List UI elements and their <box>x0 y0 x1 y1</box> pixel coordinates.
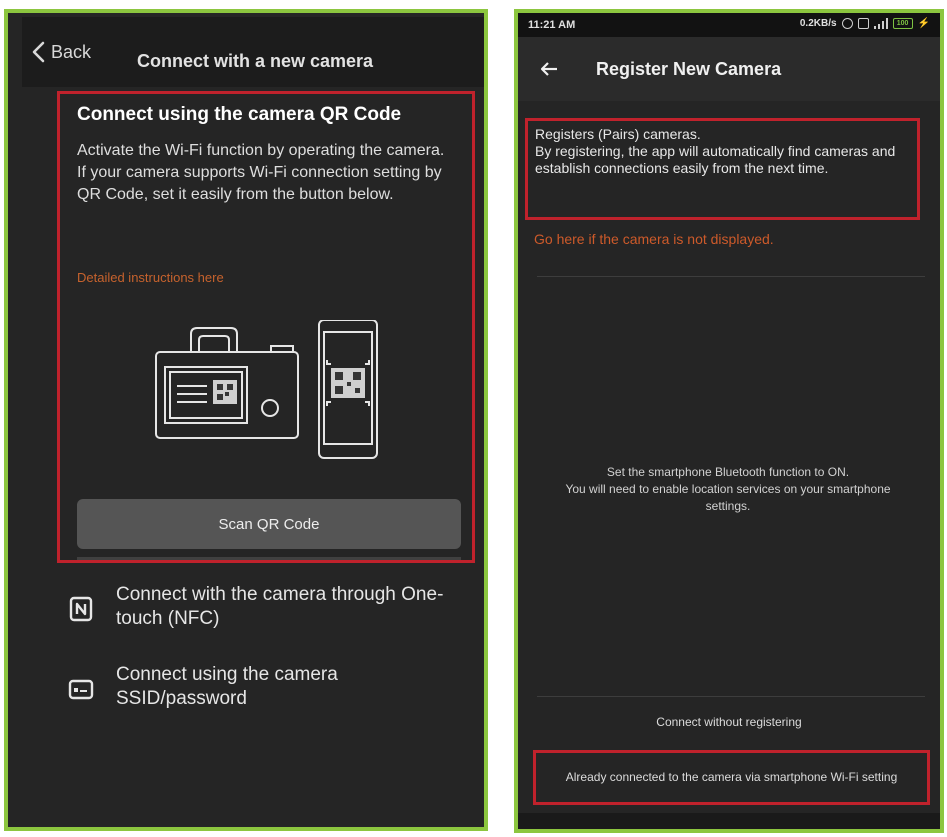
qr-section-heading: Connect using the camera QR Code <box>77 104 402 125</box>
nfc-icon <box>69 596 93 622</box>
sync-icon <box>841 18 853 29</box>
already-connected-wifi-button[interactable]: Already connected to the camera via smar… <box>533 750 930 805</box>
qr-section-description: Activate the Wi-Fi function by operating… <box>77 140 449 206</box>
charging-icon: ⚡ <box>917 18 930 29</box>
camera-not-displayed-link[interactable]: Go here if the camera is not displayed. <box>534 231 774 247</box>
register-info-text: Registers (Pairs) cameras. By registerin… <box>535 126 896 176</box>
left-header-bar: Back Connect with a new camera <box>22 17 484 87</box>
back-button[interactable]: Back <box>32 41 91 63</box>
connect-without-registering-button[interactable]: Connect without registering <box>518 715 940 729</box>
status-time: 11:21 AM <box>528 19 576 31</box>
page-title: Connect with a new camera <box>137 51 374 71</box>
camera-phone-qr-illustration <box>155 320 378 459</box>
left-screenshot-panel: Back Connect with a new camera Connect u… <box>4 9 488 831</box>
scan-qr-code-button[interactable]: Scan QR Code <box>77 499 461 549</box>
network-speed: 0.2KB/s <box>799 18 837 29</box>
right-header-bar: Register New Camera <box>518 37 940 101</box>
chevron-left-icon <box>32 41 45 63</box>
ssid-password-option[interactable]: Connect using the camera SSID/password <box>68 663 446 711</box>
qr-section-divider <box>77 557 461 560</box>
qr-description-text: Activate the Wi-Fi function by operating… <box>77 142 445 203</box>
ssid-card-icon <box>68 679 94 700</box>
bottom-divider <box>537 696 925 697</box>
battery-icon: 100 <box>892 18 913 29</box>
arrow-left-icon[interactable] <box>540 61 558 77</box>
status-bar: 11:21 AM 0.2KB/s 100 ⚡ <box>518 13 940 37</box>
back-label: Back <box>51 41 92 62</box>
signal-icon <box>873 18 888 29</box>
already-connected-label: Already connected to the camera via smar… <box>565 770 898 784</box>
qr-code-section: Connect using the camera QR Code Activat… <box>57 91 475 563</box>
navigation-bar <box>518 813 940 829</box>
message-icon <box>857 18 869 29</box>
bluetooth-instructions: Set the smartphone Bluetooth function to… <box>565 465 891 513</box>
register-info-box: Registers (Pairs) cameras. By registerin… <box>525 118 920 220</box>
page-title: Register New Camera <box>596 59 782 79</box>
top-divider <box>537 276 925 277</box>
right-screenshot-panel: 11:21 AM 0.2KB/s 100 ⚡ Register New Came… <box>514 9 944 833</box>
status-indicators: 0.2KB/s 100 ⚡ <box>800 18 930 29</box>
ssid-option-label: Connect using the camera SSID/password <box>116 664 338 709</box>
detailed-instructions-link[interactable]: Detailed instructions here <box>77 270 224 285</box>
nfc-option-label: Connect with the camera through One-touc… <box>116 584 444 629</box>
nfc-connect-option[interactable]: Connect with the camera through One-touc… <box>68 583 446 631</box>
